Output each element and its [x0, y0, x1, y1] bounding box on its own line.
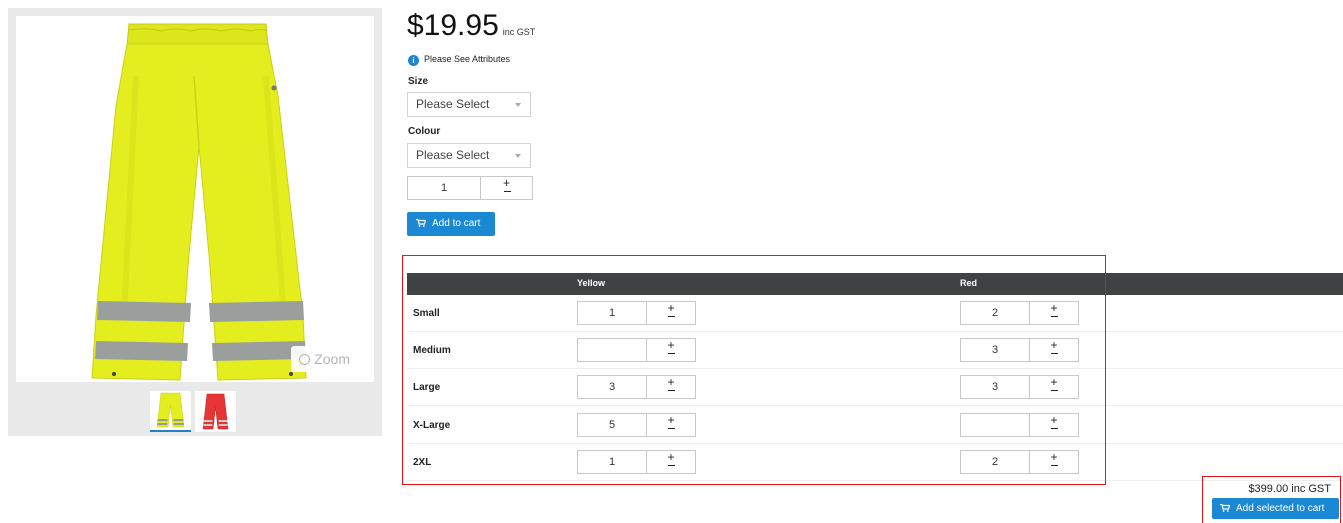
price-suffix: inc GST	[502, 27, 536, 37]
zoom-icon	[299, 354, 311, 365]
thumbnail-yellow[interactable]	[150, 391, 191, 432]
cart-icon	[416, 219, 426, 227]
quantity-stepper: 1 +	[407, 176, 533, 200]
add-to-cart-button[interactable]: Add to cart	[407, 212, 495, 236]
product-gallery: Zoom	[8, 8, 382, 436]
price-value: $19.95	[407, 9, 499, 42]
colour-select[interactable]: Please Select	[407, 143, 531, 168]
size-label: Size	[408, 76, 429, 87]
grid-highlight-box	[402, 255, 1106, 485]
chevron-down-icon	[515, 103, 521, 107]
quantity-input[interactable]: 1	[408, 177, 481, 199]
info-icon: i	[408, 55, 419, 66]
minus-icon[interactable]	[503, 191, 511, 192]
plus-icon[interactable]: +	[481, 177, 532, 189]
quantity-step-buttons: +	[481, 177, 532, 199]
hi-vis-trousers-yellow-image	[91, 23, 307, 381]
zoom-button[interactable]: Zoom	[291, 346, 360, 372]
attributes-notice-text: Please See Attributes	[424, 54, 511, 64]
product-price: $19.95 inc GST	[407, 9, 535, 43]
zoom-label: Zoom	[314, 351, 350, 367]
size-select[interactable]: Please Select	[407, 92, 531, 117]
add-to-cart-label: Add to cart	[432, 218, 481, 229]
product-main-image[interactable]: Zoom	[16, 16, 374, 382]
summary-highlight-box	[1202, 476, 1341, 523]
colour-label: Colour	[408, 126, 441, 137]
trousers-yellow-thumbnail-icon	[156, 392, 185, 428]
colour-select-value: Please Select	[416, 148, 490, 162]
trousers-red-thumbnail-icon	[202, 393, 229, 430]
size-select-value: Please Select	[416, 97, 490, 111]
attributes-notice: i Please See Attributes	[408, 54, 510, 66]
thumbnail-red[interactable]	[195, 391, 236, 432]
chevron-down-icon	[515, 154, 521, 158]
